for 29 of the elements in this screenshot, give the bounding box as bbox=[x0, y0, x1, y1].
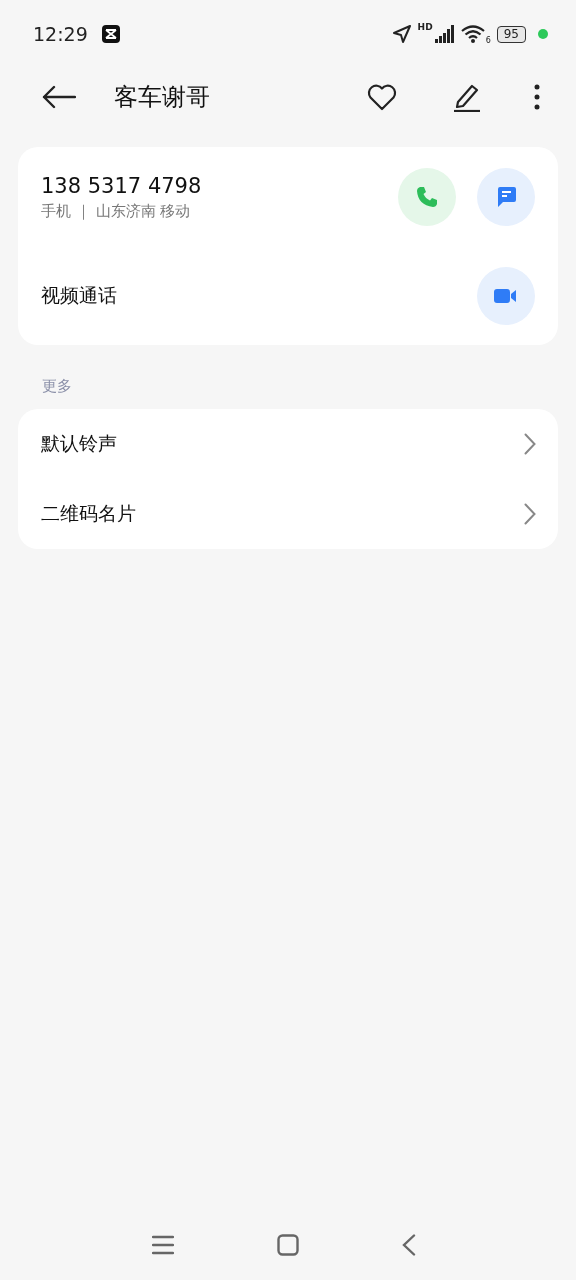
network-label: HD bbox=[417, 22, 433, 32]
back-arrow-icon[interactable] bbox=[42, 85, 76, 109]
location-icon bbox=[391, 24, 412, 44]
more-icon[interactable] bbox=[534, 84, 540, 110]
option-row[interactable]: 默认铃声 bbox=[18, 409, 558, 479]
privacy-dot bbox=[538, 29, 548, 39]
clock: 12:29 bbox=[33, 23, 88, 45]
phone-number: 138 5317 4798 bbox=[41, 173, 203, 198]
edit-icon[interactable] bbox=[452, 82, 482, 112]
wifi-icon bbox=[460, 25, 485, 43]
phone-icon bbox=[415, 185, 439, 209]
contact-name: 客车谢哥 bbox=[114, 82, 211, 113]
option-row[interactable]: 二维码名片 bbox=[18, 479, 558, 549]
home-icon[interactable] bbox=[277, 1234, 299, 1256]
app-icon bbox=[101, 25, 120, 43]
option-label: 二维码名片 bbox=[41, 501, 136, 526]
signal-icon bbox=[434, 25, 455, 43]
wifi-band-label: 6 bbox=[485, 35, 491, 45]
battery-icon: 95 bbox=[496, 25, 526, 43]
back-icon[interactable] bbox=[402, 1234, 416, 1256]
option-label: 默认铃声 bbox=[41, 431, 117, 456]
video-camera-icon bbox=[494, 287, 518, 305]
number-detail: 手机 ｜ 山东济南 移动 bbox=[41, 201, 192, 221]
chevron-icon bbox=[524, 503, 536, 525]
section-heading: 更多 bbox=[41, 376, 73, 397]
menu-icon[interactable] bbox=[152, 1235, 174, 1255]
heart-icon[interactable] bbox=[367, 83, 397, 111]
chevron-icon bbox=[524, 433, 536, 455]
video-call-label: 视频通话 bbox=[41, 283, 117, 308]
